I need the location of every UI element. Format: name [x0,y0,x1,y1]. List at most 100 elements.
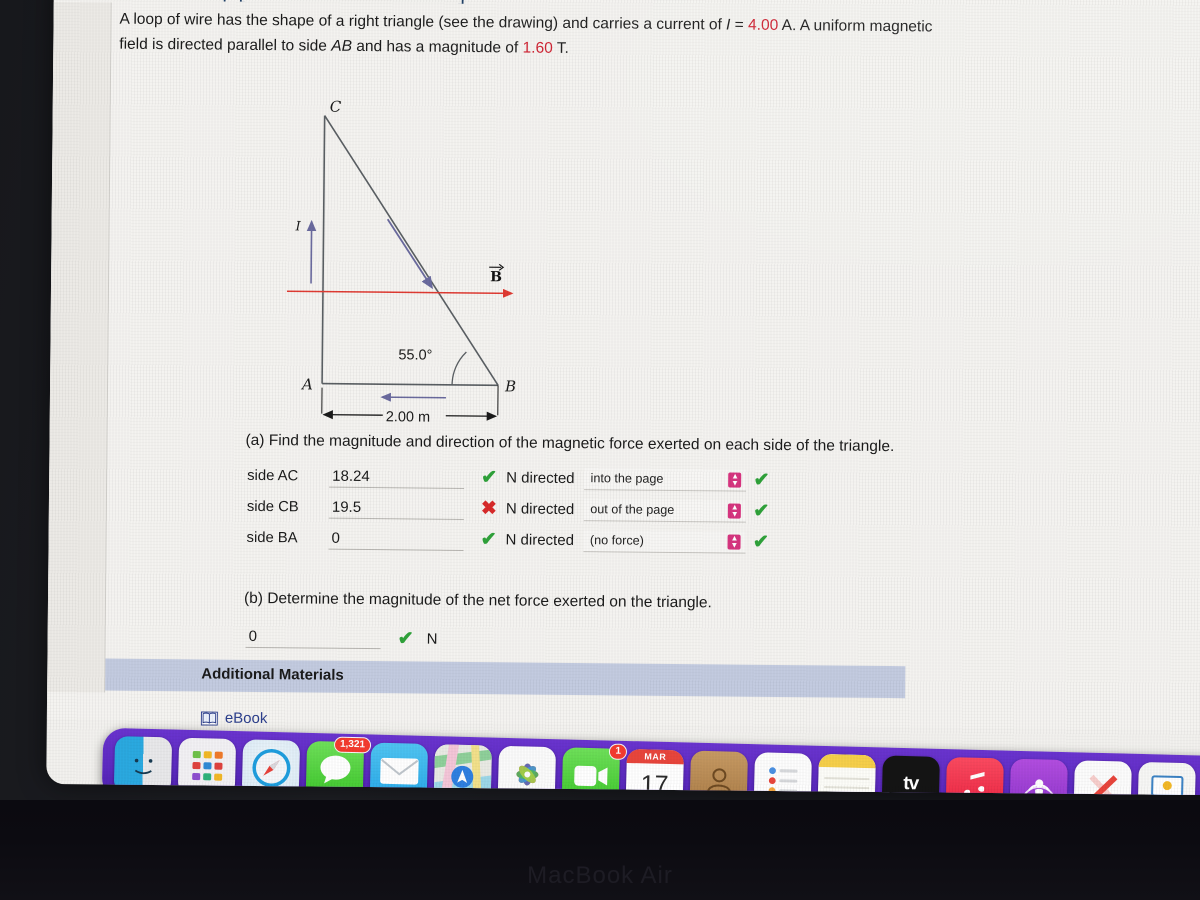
dock-item-messages[interactable]: 1,321 [305,736,372,796]
page-left-gutter [47,1,111,693]
ebook-label: eBook [224,709,268,728]
chevron-updown-icon-cb[interactable]: ▲ ▼ [728,503,742,519]
dock-item-launchpad[interactable] [177,737,237,796]
part-b-answer-row: ✔ N [245,618,438,654]
figure-angle-label: 55.0° [398,347,432,363]
webassign-page: MY NOTES ASK YOUR TEACHER A loop of wire… [46,0,1200,731]
dock-item-safari[interactable] [241,738,301,796]
facetime-badge: 1 [609,743,628,760]
dock-item-apple-tv[interactable]: tv [881,754,940,796]
macos-dock: 1,321 1 MAR 17 tv [101,727,1200,796]
figure-base-label: 2.00 m [386,409,430,425]
dock-item-facetime[interactable]: 1 [561,743,628,796]
photos-icon [515,763,538,786]
notes-icon [817,753,876,796]
dock-item-reminders[interactable] [753,751,812,796]
direction-value-ba: (no force) [589,533,644,548]
current-value: 4.00 [748,16,779,34]
part-b-row: ✔ N [245,622,438,654]
magnitude-input-ba[interactable] [328,527,464,551]
figure-vertex-c: C [330,98,342,116]
reminders-icon [768,767,798,795]
part-a-prompt: (a) Find the magnitude and direction of … [245,431,895,456]
problem-statement: A loop of wire has the shape of a right … [119,7,1169,67]
direction-value-ac: into the page [590,471,664,486]
triangle-figure-svg: I B C A B 55.0° 2.00 m [285,98,516,426]
calendar-month: MAR [626,748,685,764]
chevron-updown-icon-ba[interactable]: ▲ ▼ [727,534,742,550]
dock-item-photos[interactable] [497,745,557,796]
additional-materials-bar: Additional Materials [105,658,906,699]
problem-text-5: T. [552,39,569,57]
maps-icon [433,743,493,796]
unit-label-cb: N directed [505,500,575,519]
row-label-ac: side AC [247,467,299,484]
answer-row-ac: side AC ✔ N directed into the page ▲▼ ✔ [247,460,777,496]
dock-item-keynote[interactable] [1137,761,1196,796]
dock-item-calendar[interactable]: MAR 17 [625,748,685,796]
direction-select-ba[interactable]: (no force) ▲ ▼ [583,529,747,554]
figure-vertex-b: B [504,377,516,395]
dock-item-news[interactable] [1073,759,1132,796]
unit-label-ba: N directed [505,531,575,550]
music-note-icon [963,772,985,796]
laptop-screen: MY NOTES ASK YOUR TEACHER A loop of wire… [46,0,1200,796]
news-icon [1088,774,1117,796]
net-force-input[interactable] [245,625,381,650]
chevron-updown-icon-ac[interactable]: ▲ ▼ [728,472,742,488]
facetime-icon [573,765,608,787]
problem-text-2: A. A uniform magnetic [778,16,933,36]
safari-icon [251,748,290,787]
laptop-photo: MY NOTES ASK YOUR TEACHER A loop of wire… [0,0,1200,900]
direction-value-cb: out of the page [590,502,675,517]
direction-select-cb[interactable]: out of the page ▲ ▼ [584,498,747,523]
field-value: 1.60 [522,39,553,57]
part-a-answer-rows: side AC ✔ N directed into the page ▲▼ ✔ … [246,460,776,558]
answer-row-ba: side BA ✔ N directed (no force) ▲▼ ✔ [246,522,776,558]
tab-my-notes[interactable]: MY NOTES [73,0,227,2]
direction-select-ac[interactable]: into the page ▲ ▼ [584,467,747,492]
figure-current-label: I [295,219,302,234]
problem-text-4: and has a magnitude of [351,37,523,57]
dock-item-music[interactable] [945,756,1004,796]
direction-status-ba: ✔ [752,531,770,553]
magnitude-input-ac[interactable] [329,465,465,489]
mail-icon [379,757,419,785]
net-force-status: ✔ [397,627,414,649]
direction-status-ac: ✔ [753,469,770,491]
question-content: A loop of wire has the shape of a right … [105,7,1200,727]
net-force-unit: N [426,630,438,648]
messages-badge: 1,321 [333,736,372,753]
dock-item-podcasts[interactable] [1009,758,1068,796]
row-label-cb: side CB [246,498,299,515]
launchpad-icon [191,751,223,781]
answer-row-cb: side CB ✖ N directed out of the page ▲▼ … [247,491,777,527]
keynote-icon [1150,775,1183,796]
dock-item-finder[interactable] [113,735,173,794]
equals-sign: = [730,16,749,34]
magnitude-status-ac: ✔ [481,467,498,489]
additional-materials-heading: Additional Materials [201,665,344,684]
symbol-side-ab: AB [331,37,353,55]
dock-item-mail[interactable] [369,741,429,796]
magnitude-input-cb[interactable] [328,496,464,520]
tab-ask-your-teacher[interactable]: ASK YOUR TEACHER [239,0,465,4]
calendar-day: 17 [640,769,669,796]
problem-text-1: A loop of wire has the shape of a right … [119,10,727,34]
podcasts-icon [1023,779,1054,796]
apple-tv-label: tv [903,772,919,795]
dock-item-notes[interactable] [817,753,876,796]
figure-vertex-a: A [300,375,313,393]
dock-item-maps[interactable] [433,743,493,796]
finder-icon [134,758,152,775]
magnitude-status-ba: ✔ [480,529,497,551]
triangle-figure: I B C A B 55.0° 2.00 m [285,93,589,426]
device-model-label: MacBook Air [527,862,673,889]
messages-icon [319,755,350,784]
magnitude-status-cb: ✖ [480,498,497,520]
unit-label-ac: N directed [506,469,575,488]
ebook-link[interactable]: eBook [200,709,268,728]
direction-status-cb: ✔ [753,500,770,522]
problem-text-3: field is directed parallel to side [119,35,332,55]
dock-item-contacts[interactable] [689,750,749,796]
